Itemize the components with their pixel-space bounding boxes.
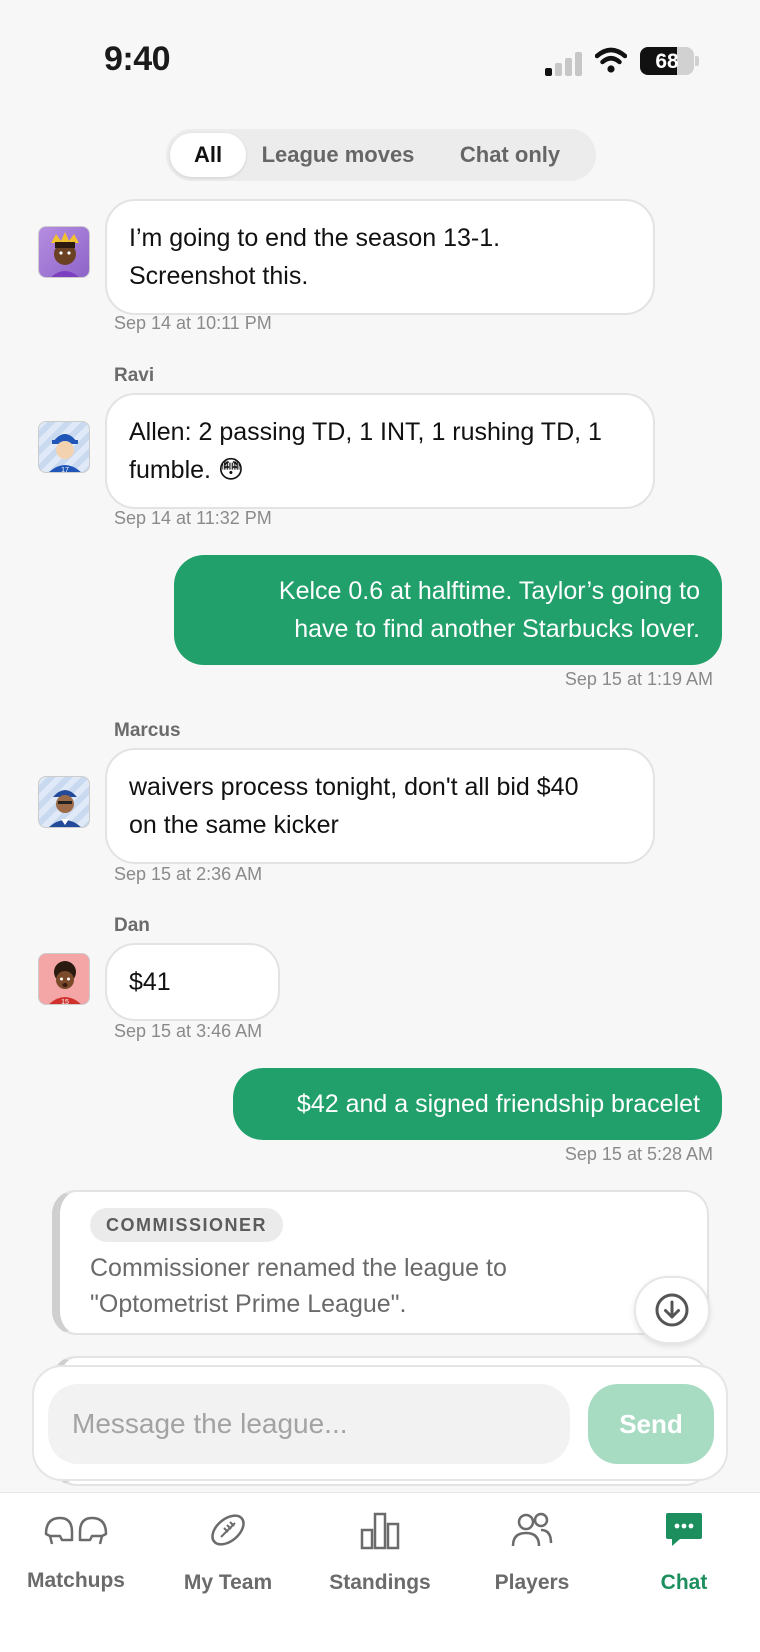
send-button[interactable]: Send bbox=[588, 1384, 714, 1464]
tab-label: My Team bbox=[183, 1571, 273, 1594]
outgoing-message-bubble[interactable]: Kelce 0.6 at halftime. Taylor’s going to… bbox=[174, 555, 722, 665]
message-text: have to find another Starbucks lover. bbox=[294, 615, 700, 643]
tab-label: Players bbox=[494, 1571, 570, 1594]
message-bubble[interactable]: Allen: 2 passing TD, 1 INT, 1 rushing TD… bbox=[105, 393, 655, 509]
player-avatar-icon: 17 bbox=[49, 434, 81, 473]
message-timestamp: Sep 15 at 3:46 AM bbox=[114, 1021, 263, 1041]
message-timestamp: Sep 15 at 1:19 AM bbox=[564, 669, 713, 689]
sender-name: Marcus bbox=[114, 720, 181, 741]
people-icon bbox=[502, 1507, 562, 1553]
football-icon bbox=[198, 1507, 258, 1553]
battery-tip bbox=[695, 56, 699, 66]
signal-icon bbox=[545, 52, 585, 76]
message-text: Allen: 2 passing TD, 1 INT, 1 rushing TD… bbox=[129, 418, 602, 446]
avatar[interactable] bbox=[38, 226, 90, 278]
status-time: 9:40 bbox=[104, 40, 171, 78]
message-text: on the same kicker bbox=[129, 811, 339, 839]
message-text: Kelce 0.6 at halftime. Taylor’s going to bbox=[278, 577, 700, 605]
message-text: I’m going to end the season 13-1. bbox=[129, 224, 501, 252]
message-text: waivers process tonight, don't all bid $… bbox=[129, 773, 579, 801]
player-avatar-icon: 15 bbox=[49, 961, 81, 1005]
tab-label: Matchups bbox=[26, 1569, 125, 1592]
avatar[interactable]: 17 bbox=[38, 421, 90, 473]
arrow-down-circle-icon bbox=[655, 1293, 689, 1327]
outgoing-message-bubble[interactable]: $42 and a signed friendship bracelet bbox=[233, 1068, 722, 1140]
message-timestamp: Sep 15 at 2:36 AM bbox=[114, 864, 263, 884]
coach-avatar-icon bbox=[49, 790, 81, 827]
bottom-tab-bar: Matchups My Team Standings Players Chat bbox=[0, 1492, 760, 1652]
commissioner-note-text: Commissioner renamed the league to "Opto… bbox=[90, 1250, 610, 1322]
tab-chat[interactable]: Chat bbox=[608, 1507, 760, 1617]
tab-standings[interactable]: Standings bbox=[304, 1507, 456, 1617]
message-bubble[interactable]: I’m going to end the season 13-1. Screen… bbox=[105, 199, 655, 315]
message-text: Screenshot this. bbox=[129, 262, 309, 290]
commissioner-card: COMMISSIONER Commissioner renamed the le… bbox=[52, 1190, 709, 1335]
tab-players[interactable]: Players bbox=[456, 1507, 608, 1617]
message-text: $42 and a signed friendship bracelet bbox=[296, 1090, 700, 1118]
note-line: "Optometrist Prime League". bbox=[90, 1290, 407, 1318]
message-composer: Send bbox=[32, 1365, 728, 1481]
avatar[interactable] bbox=[38, 776, 90, 828]
sender-name: Dan bbox=[114, 915, 150, 936]
tab-label: Standings bbox=[329, 1571, 431, 1594]
helmets-icon bbox=[40, 1507, 112, 1553]
message-timestamp: Sep 15 at 5:28 AM bbox=[564, 1144, 713, 1164]
filter-all[interactable]: All bbox=[170, 133, 246, 177]
avatar[interactable]: 15 bbox=[38, 953, 90, 1005]
message-bubble[interactable]: $41 bbox=[105, 943, 280, 1021]
message-text: $41 bbox=[129, 968, 171, 996]
tab-my-team[interactable]: My Team bbox=[152, 1507, 304, 1617]
svg-text:15: 15 bbox=[61, 999, 69, 1005]
battery-icon: 68 bbox=[640, 47, 694, 75]
filter-chat-only[interactable]: Chat only bbox=[430, 133, 590, 177]
filter-league-moves[interactable]: League moves bbox=[250, 133, 426, 177]
battery-percent: 68 bbox=[655, 50, 679, 73]
commissioner-badge: COMMISSIONER bbox=[90, 1208, 284, 1242]
bar-chart-icon bbox=[350, 1507, 410, 1553]
message-timestamp: Sep 14 at 10:11 PM bbox=[114, 313, 272, 333]
svg-text:17: 17 bbox=[61, 467, 69, 473]
wifi-icon bbox=[595, 47, 627, 73]
tab-matchups[interactable]: Matchups bbox=[0, 1507, 152, 1617]
message-timestamp: Sep 14 at 11:32 PM bbox=[114, 508, 272, 528]
scroll-to-bottom-button[interactable] bbox=[634, 1276, 710, 1344]
sender-name: Ravi bbox=[114, 365, 155, 386]
message-filter: All League moves Chat only bbox=[166, 129, 596, 181]
message-bubble[interactable]: waivers process tonight, don't all bid $… bbox=[105, 748, 655, 864]
message-text: fumble. 😳 bbox=[129, 456, 244, 484]
status-bar: 9:40 68 bbox=[0, 0, 760, 110]
tab-label: Chat bbox=[660, 1571, 708, 1594]
chat-icon bbox=[654, 1507, 714, 1553]
king-avatar-icon bbox=[51, 232, 79, 277]
message-input[interactable] bbox=[48, 1384, 570, 1464]
note-line: Commissioner renamed the league to bbox=[90, 1254, 507, 1282]
